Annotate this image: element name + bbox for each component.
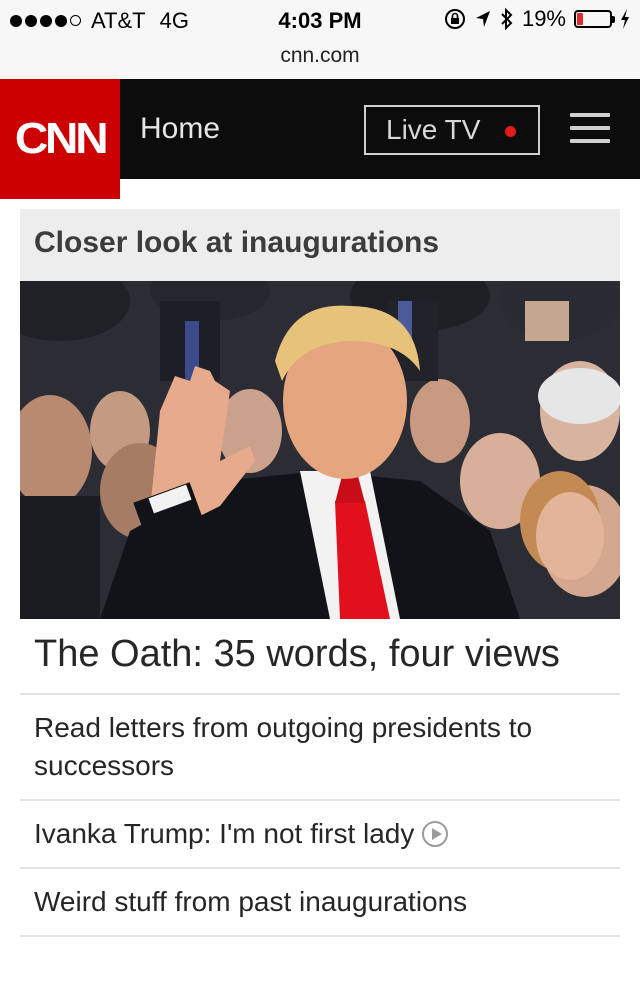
logo-text: CNN <box>14 114 109 163</box>
charging-bolt-icon <box>621 9 629 29</box>
menu-bar <box>570 139 610 143</box>
hamburger-menu-icon[interactable] <box>570 113 610 143</box>
section-title: Closer look at inaugurations <box>20 209 620 281</box>
cnn-logo[interactable]: CNN <box>0 79 120 199</box>
story-link-partial[interactable] <box>20 937 620 995</box>
story-title: Read letters from outgoing presidents to… <box>34 712 533 781</box>
live-tv-label: Live TV <box>386 114 481 145</box>
play-video-icon <box>422 821 449 847</box>
oath-photo-illustration <box>20 281 620 619</box>
story-link[interactable]: Ivanka Trump: I'm not first lady <box>20 801 620 869</box>
battery-fill <box>577 13 583 25</box>
bluetooth-icon <box>501 7 513 31</box>
content-card: Closer look at inaugurations The Oath: 3… <box>20 209 620 995</box>
hero-image[interactable] <box>20 281 620 619</box>
rotation-lock-icon <box>444 9 465 29</box>
lead-headline-link[interactable]: The Oath: 35 words, four views <box>20 619 620 695</box>
address-bar[interactable]: cnn.com <box>0 40 640 80</box>
status-right: 19% <box>444 6 630 32</box>
status-bar: AT&T 4G 4:03 PM 19% <box>0 0 640 40</box>
url-text: cnn.com <box>280 44 360 67</box>
live-tv-button[interactable]: Live TV <box>364 105 540 155</box>
location-arrow-icon <box>475 11 490 27</box>
story-link[interactable]: Read letters from outgoing presidents to… <box>20 695 620 801</box>
home-link[interactable]: Home <box>140 112 220 146</box>
menu-bar <box>570 126 610 130</box>
battery-icon <box>574 10 615 28</box>
story-title: Weird stuff from past inaugurations <box>34 886 468 917</box>
story-title: Ivanka Trump: I'm not first lady <box>34 818 415 849</box>
live-indicator-icon <box>505 126 516 137</box>
battery-percent: 19% <box>521 6 566 31</box>
menu-bar <box>570 113 610 117</box>
story-link[interactable]: Weird stuff from past inaugurations <box>20 869 620 937</box>
